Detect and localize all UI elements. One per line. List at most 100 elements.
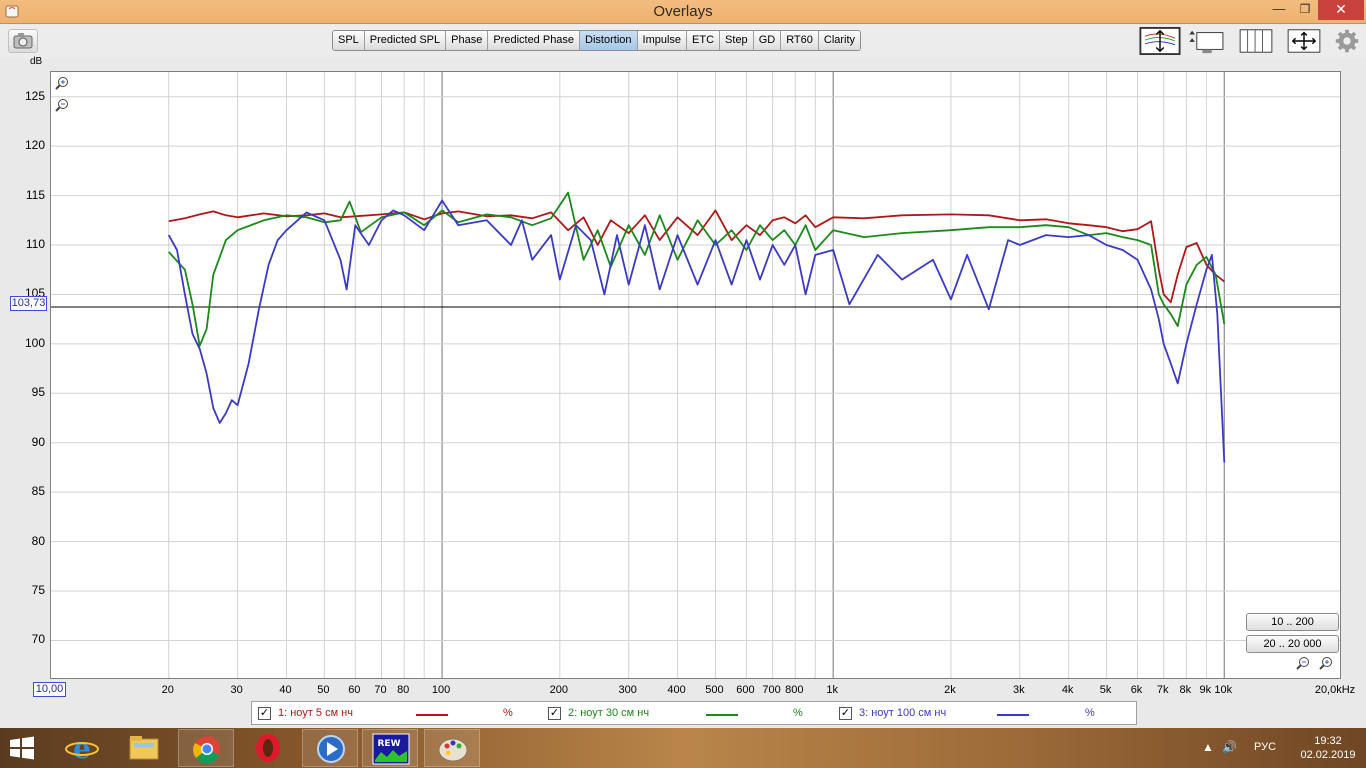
series-2-label: 2: ноут 30 см нч <box>568 707 650 719</box>
taskbar-rew[interactable]: REW <box>362 729 418 767</box>
tab-impulse[interactable]: Impulse <box>637 31 688 50</box>
x-tick-label: 20 <box>161 684 174 696</box>
series-2-checkbox[interactable]: ✓ <box>548 707 561 720</box>
legend: ✓ 1: ноут 5 см нч % ✓ 2: ноут 30 см нч %… <box>251 701 1137 725</box>
x-tick-label: 100 <box>431 684 451 696</box>
x-tick-label: 500 <box>705 684 724 696</box>
x-tick-label: 300 <box>618 684 637 696</box>
tab-rt60[interactable]: RT60 <box>781 31 819 50</box>
legend-item-series-2[interactable]: ✓ 2: ноут 30 см нч % <box>548 705 828 723</box>
y-tick-label: 90 <box>31 434 45 449</box>
tab-predicted-spl[interactable]: Predicted SPL <box>364 31 447 50</box>
zoom-out-y-icon[interactable] <box>54 98 70 114</box>
x-tick-label: 50 <box>317 684 330 696</box>
zoom-out-x-icon[interactable] <box>1295 656 1311 672</box>
maximize-button[interactable]: ❐ <box>1292 0 1318 20</box>
series-3-checkbox[interactable]: ✓ <box>839 707 852 720</box>
y-cursor-readout[interactable]: 103,73 <box>10 296 47 311</box>
x-tick-label: 8k <box>1179 684 1192 696</box>
y-tick-label: 110 <box>25 237 45 251</box>
y-tick-label: 100 <box>24 335 45 350</box>
tab-step[interactable]: Step <box>720 31 754 50</box>
minimize-button[interactable]: — <box>1266 0 1292 20</box>
y-tick-label: 70 <box>31 632 45 647</box>
tab-distortion[interactable]: Distortion <box>580 31 638 50</box>
tab-spl[interactable]: SPL <box>333 31 365 50</box>
tray-language[interactable]: РУС <box>1254 741 1276 753</box>
x-tick-label: 60 <box>348 684 361 696</box>
y-tick-label: 85 <box>31 484 45 499</box>
legend-item-series-1[interactable]: ✓ 1: ноут 5 см нч % <box>258 705 538 723</box>
tray-date: 02.02.2019 <box>1300 749 1356 761</box>
x-tick-label: 1k <box>826 684 838 696</box>
series-2-unit: % <box>793 707 803 719</box>
media-player-icon <box>317 735 345 763</box>
tab-gd[interactable]: GD <box>753 31 782 50</box>
series-1-swatch <box>416 714 448 716</box>
camera-icon <box>13 33 33 49</box>
graph-tabs: SPL Predicted SPL Phase Predicted Phase Dist… <box>332 30 862 51</box>
plot-area[interactable] <box>50 71 1341 679</box>
x-tick-label: 40 <box>279 684 292 696</box>
close-button[interactable]: ✕ <box>1318 0 1364 20</box>
series-3-unit: % <box>1085 707 1095 719</box>
x-tick-label: 3k <box>1012 684 1025 696</box>
tab-phase[interactable]: Phase <box>446 31 489 50</box>
x-tick-label: 7k <box>1156 684 1169 696</box>
zoom-in-y-icon[interactable] <box>54 76 70 92</box>
taskbar-paint[interactable] <box>424 729 480 767</box>
series-1-label: 1: ноут 5 см нч <box>278 707 353 719</box>
tab-etc[interactable]: ETC <box>687 31 721 50</box>
fit-view-icon[interactable] <box>1286 27 1322 55</box>
series-3-swatch <box>997 714 1029 716</box>
zoom-in-x-icon[interactable] <box>1318 656 1334 672</box>
y-tick-label: 120 <box>24 138 45 153</box>
opera-icon <box>256 734 280 762</box>
taskbar-file-explorer[interactable] <box>116 729 172 767</box>
taskbar-chrome[interactable] <box>178 729 234 767</box>
range-20-20000-button[interactable]: 20 .. 20 000 <box>1246 635 1339 653</box>
x-tick-label: 4k <box>1061 684 1074 696</box>
tray-clock[interactable]: 19:32 02.02.2019 <box>1300 734 1356 762</box>
tab-clarity[interactable]: Clarity <box>818 31 861 50</box>
x-tick-label: 70 <box>374 684 387 696</box>
paint-palette-icon <box>438 738 468 762</box>
tab-predicted-phase[interactable]: Predicted Phase <box>488 31 581 50</box>
y-tick-label: 80 <box>31 533 45 548</box>
x-tick-label: 800 <box>785 684 804 696</box>
folder-icon <box>129 736 159 760</box>
grid-layout-icon[interactable] <box>1238 27 1274 55</box>
tray-time: 19:32 <box>1314 735 1342 747</box>
x-cursor-readout[interactable]: 10,00 <box>33 682 66 697</box>
distortion-chart[interactable] <box>51 72 1341 679</box>
series-2-swatch <box>706 714 738 716</box>
taskbar-opera[interactable] <box>240 729 296 767</box>
series-1-checkbox[interactable]: ✓ <box>258 707 271 720</box>
legend-item-series-3[interactable]: ✓ 3: ноут 100 см нч % <box>839 705 1129 723</box>
x-tick-label: 9k <box>1199 684 1212 696</box>
range-10-200-button[interactable]: 10 .. 200 <box>1246 613 1339 631</box>
taskbar-media-player[interactable] <box>302 729 358 767</box>
overlay-controls-icon[interactable] <box>1138 27 1182 55</box>
taskbar: e REW ▲ 🔊 РУС 19:32 02.02.2019 <box>0 728 1366 768</box>
tray-show-hidden-icon[interactable]: ▲ <box>1202 740 1214 754</box>
svg-text:REW: REW <box>377 739 400 749</box>
limits-icon[interactable] <box>1188 27 1228 55</box>
gear-icon[interactable] <box>1334 27 1360 55</box>
tray-volume-icon[interactable]: 🔊 <box>1222 740 1237 754</box>
taskbar-internet-explorer[interactable]: e <box>54 729 110 767</box>
series-3-label: 3: ноут 100 см нч <box>859 707 947 719</box>
x-tick-label: 6k <box>1130 684 1143 696</box>
toolbar: SPL Predicted SPL Phase Predicted Phase Dist… <box>0 25 1366 58</box>
windows-start-icon[interactable] <box>8 736 36 760</box>
chrome-icon <box>193 736 220 764</box>
y-tick-label: 115 <box>25 187 45 202</box>
series-3-line <box>167 199 1226 463</box>
x-tick-label: 80 <box>397 684 410 696</box>
series-2-line <box>168 191 1226 347</box>
y-axis-unit: dB <box>30 56 43 67</box>
rew-icon: REW <box>372 733 410 765</box>
x-tick-label: 5k <box>1099 684 1112 696</box>
x-tick-label: 200 <box>549 684 568 696</box>
capture-button[interactable] <box>8 29 38 53</box>
